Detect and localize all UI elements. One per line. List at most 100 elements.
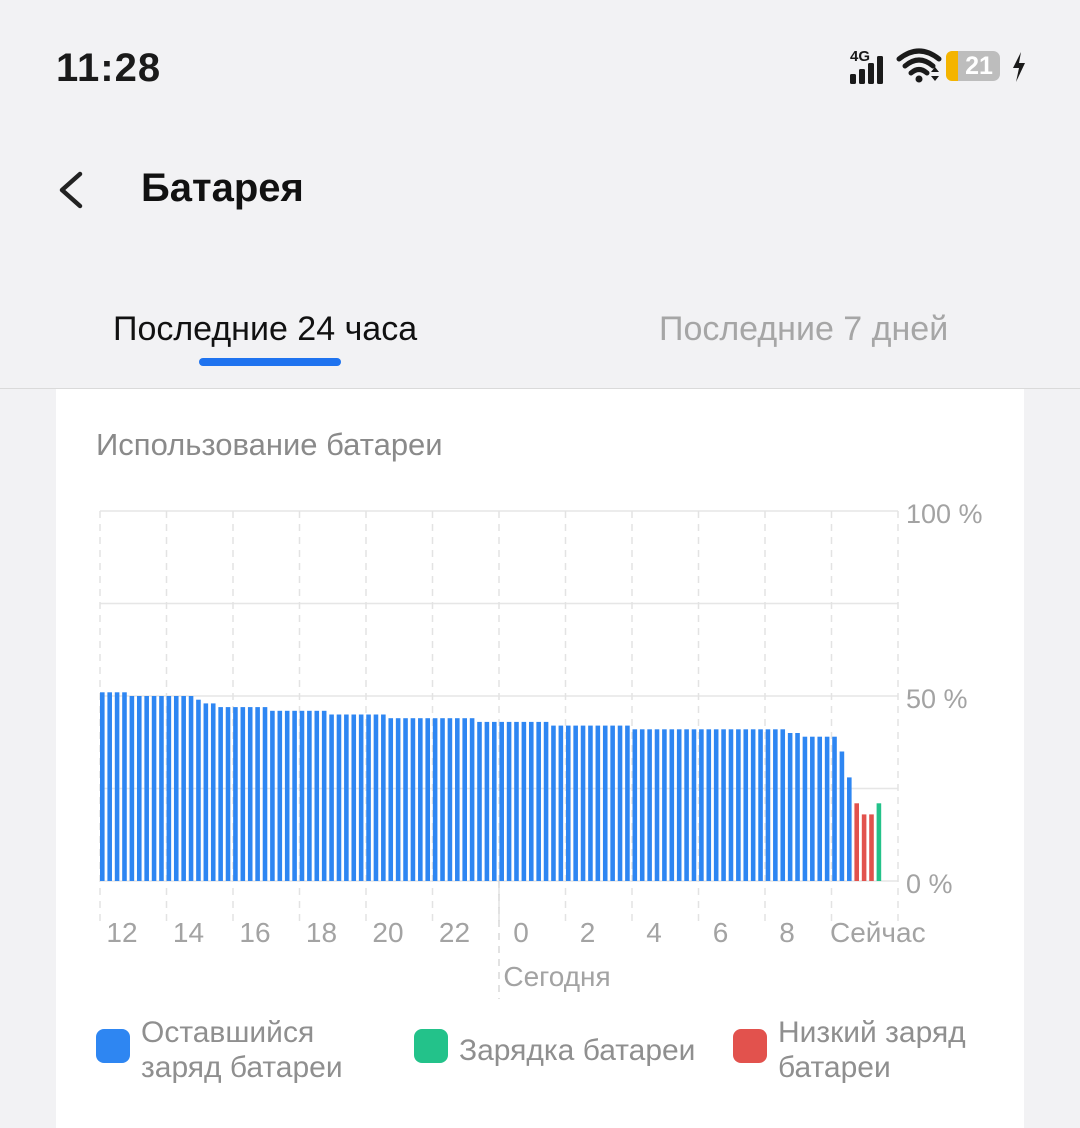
chart-bar	[336, 714, 342, 881]
chart-bar	[447, 718, 453, 881]
chart-bar	[151, 696, 157, 881]
chart-bar	[469, 718, 475, 881]
chart-bar	[203, 703, 209, 881]
x-tick-label: 6	[713, 917, 729, 948]
chart-bar	[477, 721, 482, 881]
chart-bar	[114, 692, 120, 881]
app-header: Батарея	[0, 130, 1080, 250]
chart-bar	[558, 725, 564, 881]
chart-bar	[802, 736, 808, 881]
chart-bar	[684, 729, 689, 881]
chart-bar	[196, 699, 201, 881]
chart-bar	[240, 707, 246, 881]
legend-label-remaining: Оставшийся заряд батареи	[141, 1016, 343, 1084]
x-tick-label: 8	[779, 917, 795, 948]
chart-bar	[284, 710, 290, 881]
chart-bar	[432, 718, 438, 881]
active-tab-indicator	[199, 358, 341, 366]
chart-bar	[617, 725, 623, 881]
chart-bar	[573, 725, 578, 881]
chart-bar	[602, 725, 608, 881]
chart-bar	[787, 733, 793, 881]
chart-bar	[610, 725, 615, 881]
x-tick-label: 2	[580, 917, 596, 948]
clock: 11:28	[56, 46, 162, 90]
chart-bar	[136, 696, 142, 881]
chart-bar	[639, 729, 645, 881]
page-title: Батарея	[141, 166, 304, 210]
chart-bar	[728, 729, 734, 881]
chart-bar	[869, 814, 874, 881]
chart-bar	[647, 729, 652, 881]
chart-bar	[395, 718, 401, 881]
chevron-left-icon[interactable]	[54, 166, 94, 214]
chart-bar	[514, 721, 519, 881]
chart-bar	[876, 803, 882, 881]
chart-bar	[632, 729, 638, 881]
chart-bar	[107, 692, 112, 881]
chart-bar	[247, 707, 253, 881]
x-tick-label: Сейчас	[830, 917, 926, 948]
chart-bar	[758, 729, 763, 881]
chart-bar	[765, 729, 771, 881]
chart-bar	[173, 696, 179, 881]
x-tick-label: 18	[306, 917, 337, 948]
chart-bar	[321, 710, 327, 881]
chart-bar	[351, 714, 357, 881]
chart-bar	[773, 729, 778, 881]
chart-bar	[358, 714, 364, 881]
chart-bar	[329, 714, 334, 881]
chart-bar	[588, 725, 593, 881]
chart-bar	[292, 710, 297, 881]
chart-bar	[425, 718, 431, 881]
chart-bar	[839, 751, 845, 881]
x-tick-label: 14	[173, 917, 204, 948]
wifi-icon	[896, 48, 942, 83]
chart-bar	[373, 714, 379, 881]
chart-bar	[484, 721, 490, 881]
period-tabs: Последние 24 часа Последние 7 дней	[0, 290, 1080, 389]
chart-bar	[654, 729, 660, 881]
chart-bar	[299, 710, 305, 881]
signal-icon	[850, 56, 883, 84]
chart-bar	[307, 710, 312, 881]
chart-bar	[580, 725, 586, 881]
tab-last-24-hours[interactable]: Последние 24 часа	[113, 310, 417, 349]
chart-bar	[462, 718, 468, 881]
chart-bar	[595, 725, 601, 881]
chart-bar	[528, 721, 534, 881]
chart-bar	[536, 721, 541, 881]
chart-bar	[824, 736, 830, 881]
chart-bar	[750, 729, 756, 881]
chart-bar	[314, 710, 320, 881]
chart-bar	[854, 803, 860, 881]
battery-usage-chart: 100 % 50 % 0 % 12 14 16 18 20 22 0 2 4 6 8 Сейчас Сегод…	[99, 499, 983, 999]
status-icons: 4G 21	[848, 46, 1028, 90]
chart-bar	[410, 718, 416, 881]
chart-bar	[218, 707, 223, 881]
chart-bar	[832, 736, 837, 881]
chart-bar	[676, 729, 682, 881]
chart-bar	[366, 714, 371, 881]
legend-swatch-low	[733, 1029, 767, 1063]
chart-bar	[381, 714, 386, 881]
chart-bar	[344, 714, 349, 881]
chart-bar	[721, 729, 726, 881]
chart-bar	[817, 736, 823, 881]
x-tick-label: 20	[372, 917, 403, 948]
chart-bar	[847, 777, 852, 881]
chart-bar	[691, 729, 697, 881]
x-tick-label: 16	[239, 917, 270, 948]
tab-last-7-days[interactable]: Последние 7 дней	[659, 310, 948, 349]
chart-bar	[543, 721, 549, 881]
chart-bar	[388, 718, 394, 881]
chart-bar	[262, 707, 268, 881]
y-tick-label: 50 %	[906, 684, 968, 714]
chart-bar	[521, 721, 527, 881]
chart-bar	[100, 692, 105, 881]
chart-bar	[455, 718, 460, 881]
x-tick-label: 0	[513, 917, 529, 948]
battery-level: 21	[965, 52, 993, 80]
chart-bar	[188, 696, 194, 881]
chart-bar	[210, 703, 216, 881]
